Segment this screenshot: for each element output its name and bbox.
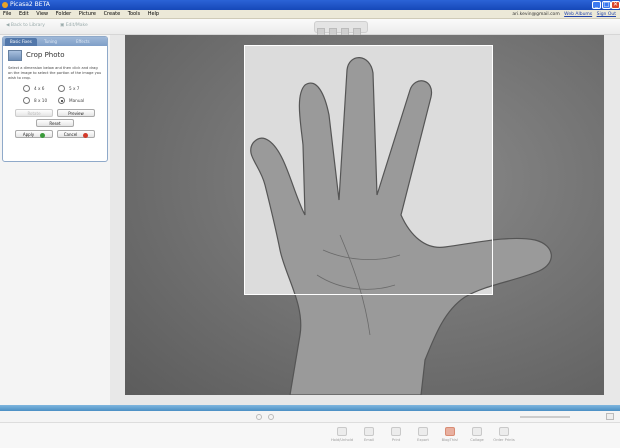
tab-tuning[interactable]: Tuning — [39, 38, 62, 46]
menu-view[interactable]: View — [33, 10, 51, 19]
app-icon — [2, 2, 8, 8]
collage-label: Collage — [470, 438, 484, 442]
sign-out-link[interactable]: Sign Out — [597, 12, 616, 17]
close-button[interactable]: ✕ — [611, 1, 620, 9]
blog-icon — [445, 427, 455, 436]
apply-label: Apply — [22, 132, 35, 137]
maximize-button[interactable]: □ — [602, 1, 611, 9]
apply-button[interactable]: Apply — [15, 130, 53, 138]
blog-button[interactable]: BlogThis! — [438, 426, 462, 446]
panel-tabs: Basic Fixes Tuning Effects — [3, 37, 107, 46]
ratio-4x6-radio[interactable] — [23, 85, 30, 92]
cancel-label: Cancel — [63, 132, 78, 137]
minimize-button[interactable]: _ — [592, 1, 601, 9]
email-icon — [364, 427, 374, 436]
reset-button[interactable]: Reset — [36, 119, 74, 127]
collage-icon — [472, 427, 482, 436]
left-panel: Basic Fixes Tuning Effects Crop Photo Se… — [0, 35, 110, 405]
export-button[interactable]: Export — [411, 426, 435, 446]
print-button[interactable]: Print — [384, 426, 408, 446]
menu-edit[interactable]: Edit — [16, 10, 32, 19]
ratio-manual-radio[interactable] — [58, 97, 65, 104]
ratio-8x10-label: 8 x 10 — [34, 98, 48, 103]
rotate-left-icon[interactable] — [256, 414, 262, 420]
export-icon — [418, 427, 428, 436]
email-label: Email — [364, 438, 374, 442]
ratio-8x10-radio[interactable] — [23, 97, 30, 104]
ratio-row-2: 8 x 10 Manual — [3, 95, 107, 107]
menu-file[interactable]: File — [0, 10, 14, 19]
export-label: Export — [417, 438, 429, 442]
panel-header: Crop Photo — [3, 46, 107, 66]
rotate-right-icon[interactable] — [268, 414, 274, 420]
account-email: ari.kevin@gmail.com — [512, 12, 560, 17]
menu-create[interactable]: Create — [101, 10, 124, 19]
collage-button[interactable]: Collage — [465, 426, 489, 446]
order-prints-button[interactable]: Order Prints — [492, 426, 516, 446]
crop-panel: Basic Fixes Tuning Effects Crop Photo Se… — [2, 36, 108, 162]
ratio-5x7-label: 5 x 7 — [69, 86, 80, 91]
hold-button[interactable]: Hold/Unhold — [330, 426, 354, 446]
web-albums-link[interactable]: Web Albums — [564, 12, 592, 17]
account-area: ari.kevin@gmail.com Web Albums Sign Out — [512, 10, 616, 19]
edit-label: Edit/Make — [65, 23, 88, 28]
check-icon — [40, 132, 46, 138]
panel-description: Select a dimension below and then click … — [8, 66, 102, 80]
cancel-icon — [83, 132, 89, 138]
panel-title: Crop Photo — [26, 51, 65, 59]
menu-bar: File Edit View Folder Picture Create Too… — [0, 10, 620, 19]
window-title: Picasa2 BETA — [10, 1, 50, 8]
hold-icon — [337, 427, 347, 436]
menu-help[interactable]: Help — [145, 10, 162, 19]
tab-basic-fixes[interactable]: Basic Fixes — [5, 38, 37, 46]
preview-button[interactable]: Preview — [57, 109, 95, 117]
ratio-5x7-radio[interactable] — [58, 85, 65, 92]
ratio-manual-label: Manual — [69, 98, 85, 103]
toolbar: ◀ Back to Library ▣ Edit/Make — [0, 19, 620, 36]
crop-tool-icon — [8, 50, 22, 61]
menu-tools[interactable]: Tools — [125, 10, 143, 19]
fit-icon[interactable] — [606, 413, 614, 420]
picasa-window: Picasa2 BETA _ □ ✕ File Edit View Folder… — [0, 0, 620, 448]
ratio-4x6-label: 4 x 6 — [34, 86, 45, 91]
zoom-bar — [0, 411, 620, 423]
blog-label: BlogThis! — [441, 438, 459, 442]
email-button[interactable]: Email — [357, 426, 381, 446]
print-label: Print — [391, 438, 401, 442]
photo-canvas — [110, 35, 620, 405]
cancel-button[interactable]: Cancel — [57, 130, 95, 138]
menu-picture[interactable]: Picture — [76, 10, 99, 19]
tab-effects[interactable]: Effects — [71, 38, 95, 46]
order-prints-label: Order Prints — [493, 438, 515, 442]
rotate-button[interactable]: Rotate — [15, 109, 53, 117]
title-bar: Picasa2 BETA _ □ ✕ — [0, 0, 620, 10]
zoom-slider[interactable] — [520, 416, 570, 418]
photo-tray: Hold/Unhold Email Print Export BlogThis!… — [0, 423, 620, 448]
photo[interactable] — [125, 35, 604, 395]
menu-folder[interactable]: Folder — [53, 10, 74, 19]
print-icon — [391, 427, 401, 436]
back-label: Back to Library — [10, 23, 45, 28]
ratio-row-1: 4 x 6 5 x 7 — [3, 83, 107, 95]
order-prints-icon — [499, 427, 509, 436]
crop-selection-box[interactable] — [244, 45, 493, 295]
panel-buttons: Rotate Preview Reset Apply Cancel — [3, 107, 107, 139]
hold-label: Hold/Unhold — [330, 438, 354, 442]
edit-make-button[interactable]: ▣ Edit/Make — [60, 23, 88, 28]
view-mode-group — [314, 21, 368, 36]
back-to-library-button[interactable]: ◀ Back to Library — [6, 23, 45, 28]
